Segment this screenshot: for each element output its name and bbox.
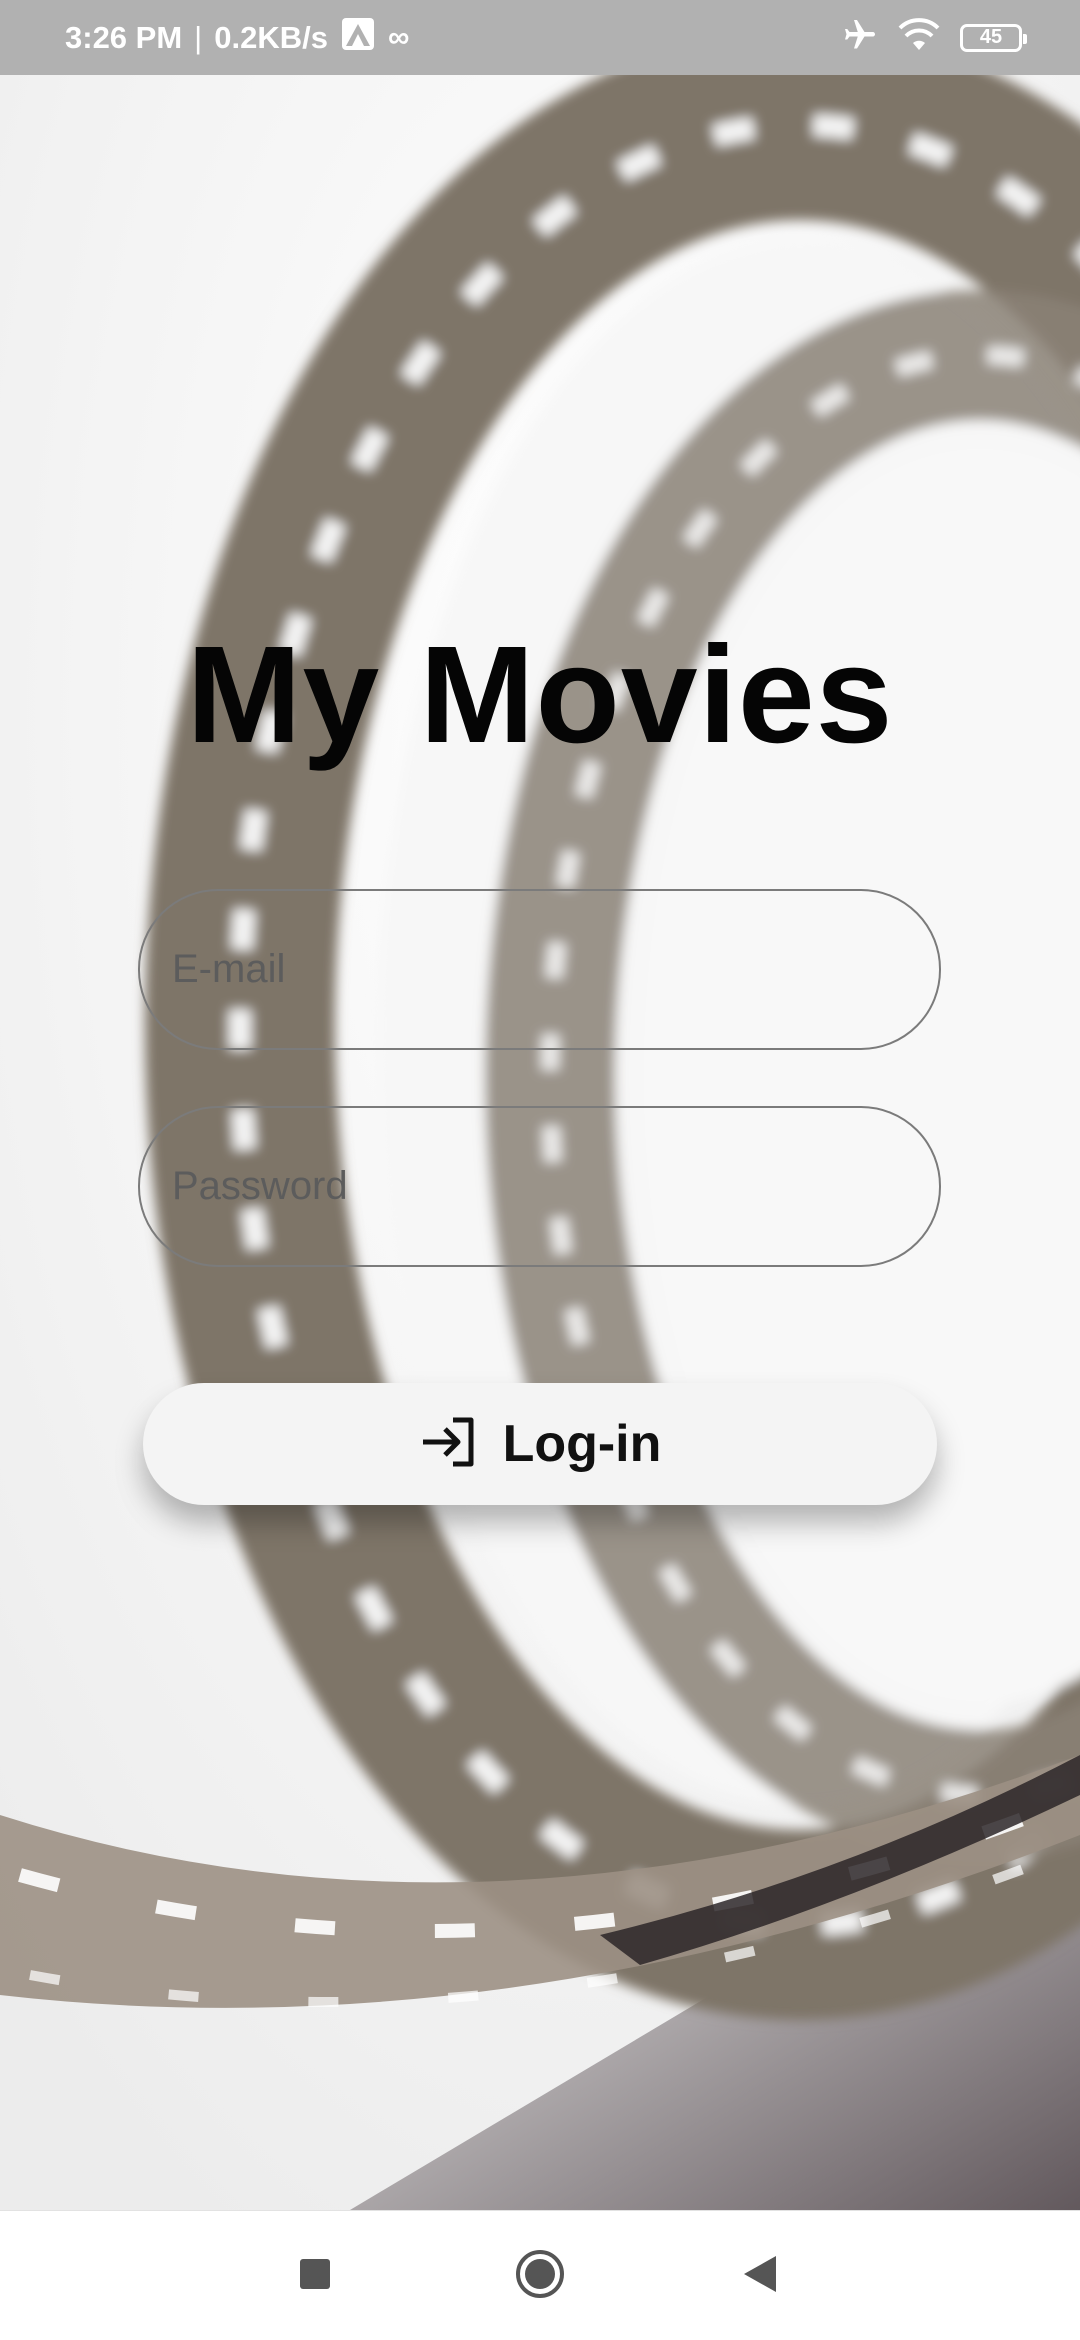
status-separator: |	[194, 19, 203, 55]
login-button[interactable]: Log-in	[143, 1383, 937, 1505]
login-icon	[419, 1416, 477, 1473]
circle-icon	[514, 2248, 566, 2305]
square-icon	[298, 2257, 332, 2296]
status-right: 45	[842, 0, 1027, 75]
page-title: My Movies	[186, 618, 894, 772]
battery-icon: 45	[960, 23, 1027, 52]
back-button[interactable]	[700, 2211, 820, 2340]
email-field[interactable]	[138, 889, 941, 1050]
email-input[interactable]	[140, 891, 939, 1048]
battery-level: 45	[979, 26, 1003, 48]
status-net-speed: 0.2KB/s	[214, 19, 328, 55]
navigation-bar	[0, 2210, 1080, 2340]
recents-button[interactable]	[255, 2211, 375, 2340]
notification-app-icon	[340, 16, 376, 60]
status-left: 3:26 PM | 0.2KB/s ∞	[65, 0, 409, 75]
status-time: 3:26 PM	[65, 19, 183, 55]
status-bar: 3:26 PM | 0.2KB/s ∞ 45	[0, 0, 1080, 75]
wifi-icon	[898, 18, 940, 57]
password-field[interactable]	[138, 1106, 941, 1267]
login-label: Log-in	[502, 1415, 662, 1473]
triangle-back-icon	[742, 2254, 778, 2299]
airplane-icon	[842, 17, 878, 58]
status-extra-icon: ∞	[387, 20, 410, 54]
password-input[interactable]	[140, 1108, 939, 1265]
home-button[interactable]	[480, 2211, 600, 2340]
login-screen: 3:26 PM | 0.2KB/s ∞ 45 My Movies E-mail …	[0, 0, 1080, 2340]
